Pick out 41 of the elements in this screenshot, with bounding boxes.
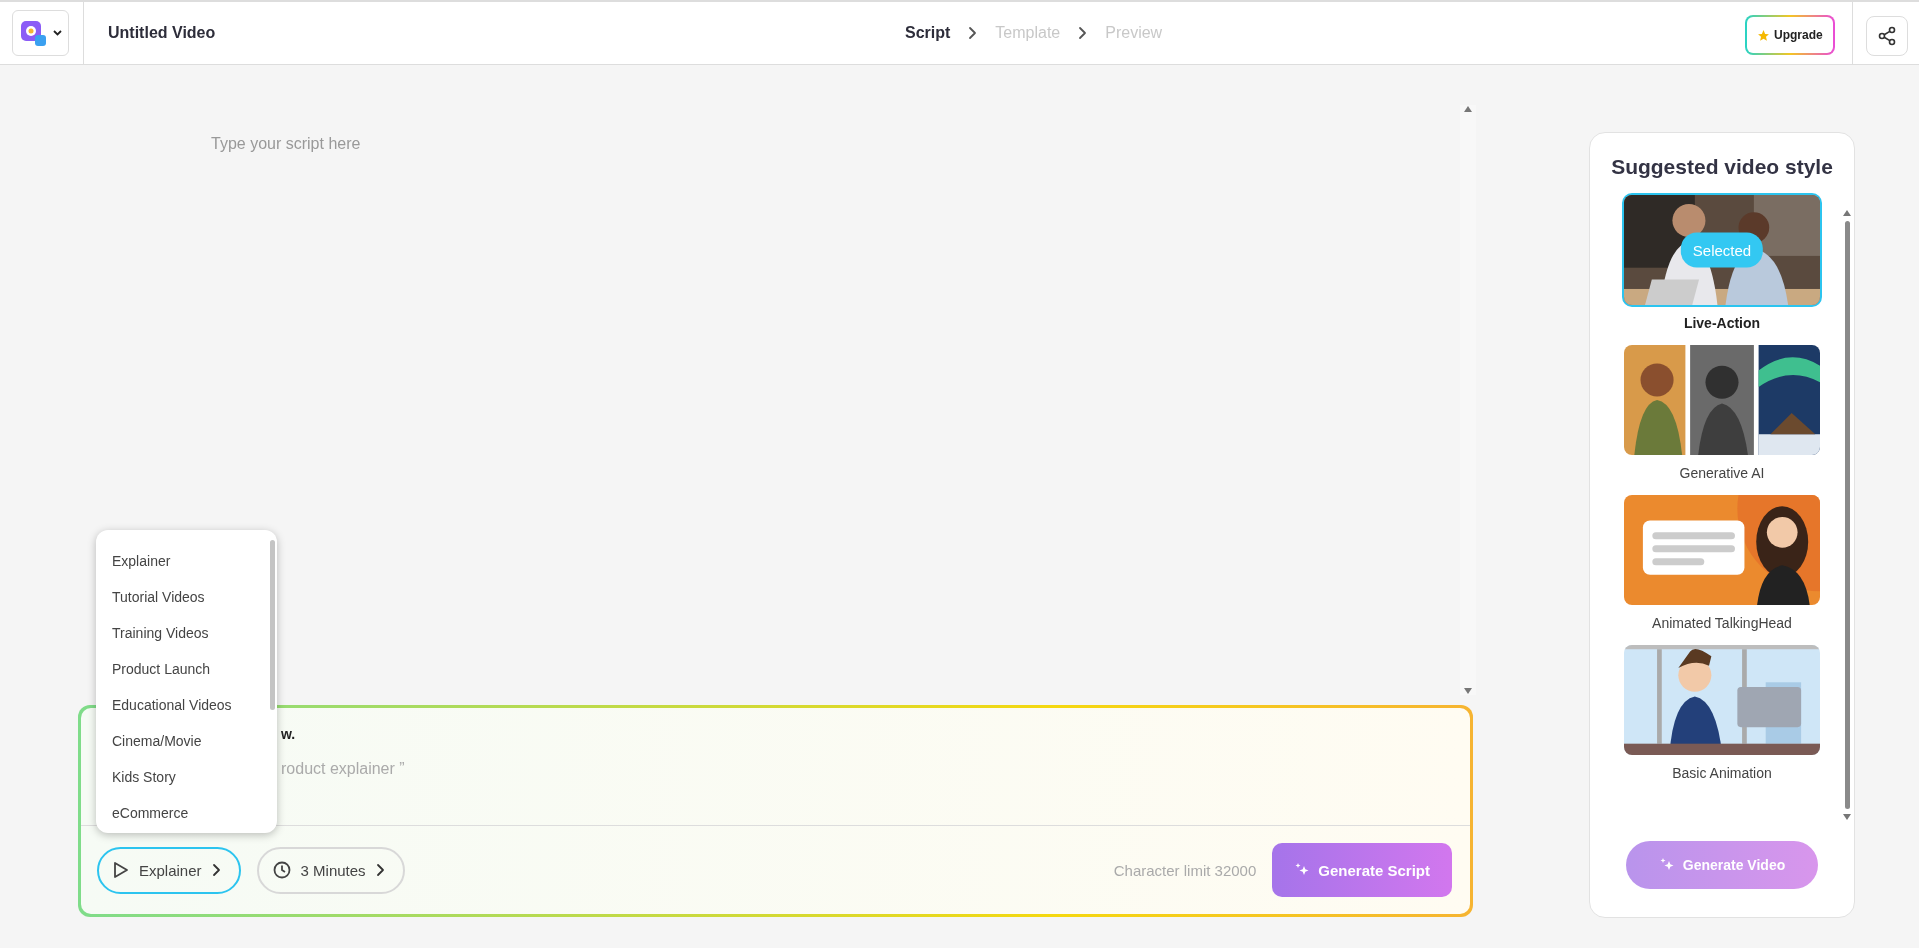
step-chevron-icon: [968, 26, 978, 40]
menu-item[interactable]: Explainer: [96, 542, 277, 578]
scroll-up-icon[interactable]: [1463, 105, 1473, 113]
prompt-heading: w.: [281, 726, 297, 742]
share-button[interactable]: [1866, 16, 1908, 56]
video-type-button[interactable]: Explainer: [97, 846, 241, 894]
chevron-right-icon: [211, 863, 221, 877]
style-label: Generative AI: [1679, 465, 1765, 481]
duration-button[interactable]: 3 Minutes: [256, 846, 405, 894]
scroll-down-icon[interactable]: [1463, 687, 1473, 695]
style-label: Animated TalkingHead: [1652, 615, 1792, 631]
menu-item[interactable]: Cinema/Movie: [96, 722, 277, 758]
step-chevron-icon: [1078, 26, 1088, 40]
logo-icon: [19, 19, 47, 47]
menu-item[interactable]: eCommerce: [96, 794, 277, 830]
panel-title: Suggested video style: [1611, 155, 1833, 179]
upgrade-button[interactable]: Upgrade: [1745, 15, 1835, 55]
star-icon: [1757, 28, 1770, 42]
app-menu-button[interactable]: [12, 10, 69, 56]
style-label: Basic Animation: [1672, 765, 1772, 781]
play-icon: [113, 861, 129, 879]
scrollbar[interactable]: [1844, 221, 1850, 809]
step-tab[interactable]: Script: [905, 24, 951, 42]
menu-item[interactable]: Educational Videos: [96, 686, 277, 722]
menu-item[interactable]: Training Videos: [96, 614, 277, 650]
video-title: Untitled Video: [108, 24, 216, 42]
menu-item[interactable]: Product Launch: [96, 650, 277, 686]
menu-item[interactable]: Tutorial Videos: [96, 578, 277, 614]
chevron-right-icon: [375, 863, 385, 877]
selected-badge: Selected: [1680, 232, 1764, 268]
prompt-input[interactable]: roduct explainer ”: [281, 760, 681, 778]
scroll-up-icon[interactable]: [1842, 209, 1852, 217]
style-label: Live-Action: [1683, 315, 1761, 331]
character-limit: Character limit 32000: [1113, 861, 1257, 879]
clock-icon: [272, 861, 291, 879]
style-card[interactable]: Selected Live-Action: [1622, 193, 1822, 331]
scroll-down-icon[interactable]: [1842, 813, 1852, 821]
caret-icon: [53, 30, 62, 36]
scrollbar[interactable]: [270, 540, 275, 710]
share-icon: [1877, 26, 1897, 46]
menu-item[interactable]: Kids Story: [96, 758, 277, 794]
